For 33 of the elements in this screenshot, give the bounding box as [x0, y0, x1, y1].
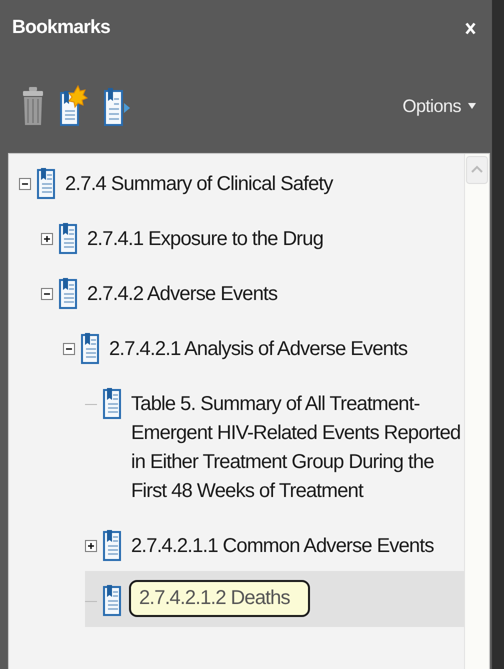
bookmark-icon — [59, 222, 77, 254]
tooltip: 2.7.4.2.1.2 Deaths — [129, 580, 310, 617]
bookmark-label: Table 5. Summary of All Treatment-Emergent HIV-Related Events Reported in Either Treatment Group During the First 48 Weeks of Treatment — [131, 392, 462, 504]
bookmark-icon — [37, 167, 55, 199]
bookmark-icon — [81, 332, 99, 364]
bookmark-label: 2.7.4 Summary of Clinical Safety — [65, 172, 333, 197]
collapse-icon[interactable] — [63, 343, 75, 355]
options-menu-button[interactable]: Options — [402, 96, 476, 116]
panel-title: Bookmarks — [12, 17, 110, 39]
scrollbar[interactable] — [464, 154, 489, 669]
bookmark-icon — [103, 584, 121, 616]
expand-icon[interactable] — [41, 233, 53, 245]
bookmark-row[interactable]: 2.7.4.2.1.1 Common Adverse Events — [85, 516, 468, 571]
new-bookmark-icon[interactable] — [60, 85, 88, 127]
bookmark-row[interactable]: 2.7.4 Summary of Clinical Safety — [19, 154, 468, 209]
bookmark-row[interactable]: Table 5. Summary of All Treatment-Emergent HIV-Related Events Reported in Either Treatment Group During the First 48 Weeks of Treatment — [85, 374, 468, 516]
bookmark-icon — [103, 387, 121, 419]
bookmark-arrow-icon[interactable] — [104, 85, 132, 127]
bookmark-label: 2.7.4.1 Exposure to the Drug — [87, 227, 324, 252]
expand-icon[interactable] — [85, 540, 97, 552]
bookmark-label: 2.7.4.2.1 Analysis of Adverse Events — [109, 337, 408, 362]
bookmark-icon — [59, 277, 77, 309]
collapse-icon[interactable] — [41, 288, 53, 300]
bookmark-icon — [103, 529, 121, 561]
bookmark-label: 2.7.4.2.1.1 Common Adverse Events — [131, 534, 434, 559]
close-icon[interactable] — [465, 22, 476, 34]
bookmark-label: 2.7.4.2 Adverse Events — [87, 282, 278, 307]
bookmark-row[interactable]: 2.7.4.2 Adverse Events — [41, 264, 468, 319]
bookmark-row[interactable]: 2.7.4.1 Exposure to the Drug — [41, 209, 468, 264]
trash-icon[interactable] — [22, 86, 44, 126]
caret-icon — [468, 103, 476, 109]
bookmark-row[interactable]: 2.7.4.2.1 Analysis of Adverse Events — [63, 319, 468, 374]
collapse-icon[interactable] — [19, 178, 31, 190]
